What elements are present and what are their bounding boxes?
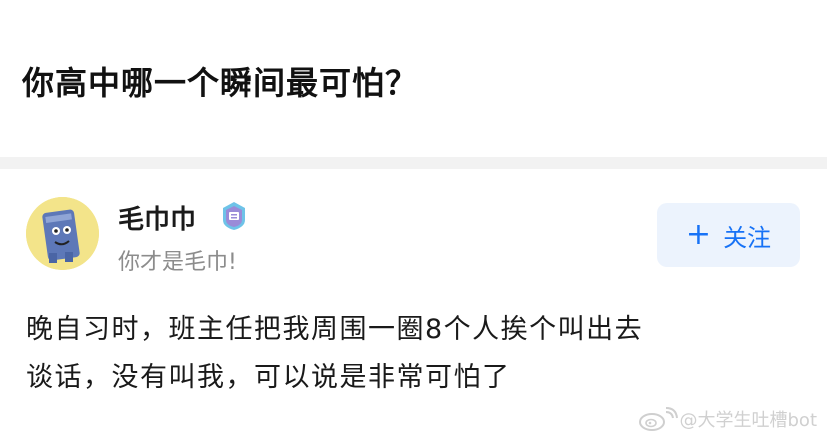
answer-content[interactable]: 晚自习时，班主任把我周围一圈8个人挨个叫出去 谈话，没有叫我，可以说是非常可怕了 xyxy=(26,306,806,402)
author-avatar[interactable] xyxy=(26,197,99,270)
follow-button[interactable]: + 关注 xyxy=(657,203,800,267)
watermark: @大学生吐槽bot xyxy=(638,406,818,432)
section-divider xyxy=(0,157,827,169)
follow-button-label: 关注 xyxy=(723,223,772,252)
weibo-icon xyxy=(638,407,678,431)
answer-line: 谈话，没有叫我，可以说是非常可怕了 xyxy=(26,362,511,393)
plus-icon: + xyxy=(685,217,712,252)
question-title[interactable]: 你高中哪一个瞬间最可怕？ xyxy=(22,58,418,104)
watermark-text: @大学生吐槽bot xyxy=(679,410,818,431)
verified-badge xyxy=(218,200,250,232)
author-name[interactable]: 毛巾巾 xyxy=(118,199,196,236)
answer-line: 晚自习时，班主任把我周围一圈8个人挨个叫出去 xyxy=(26,314,644,345)
verified-badge-icon xyxy=(223,202,245,230)
towel-avatar-icon xyxy=(26,197,99,270)
author-bio: 你才是毛巾! xyxy=(118,250,237,275)
